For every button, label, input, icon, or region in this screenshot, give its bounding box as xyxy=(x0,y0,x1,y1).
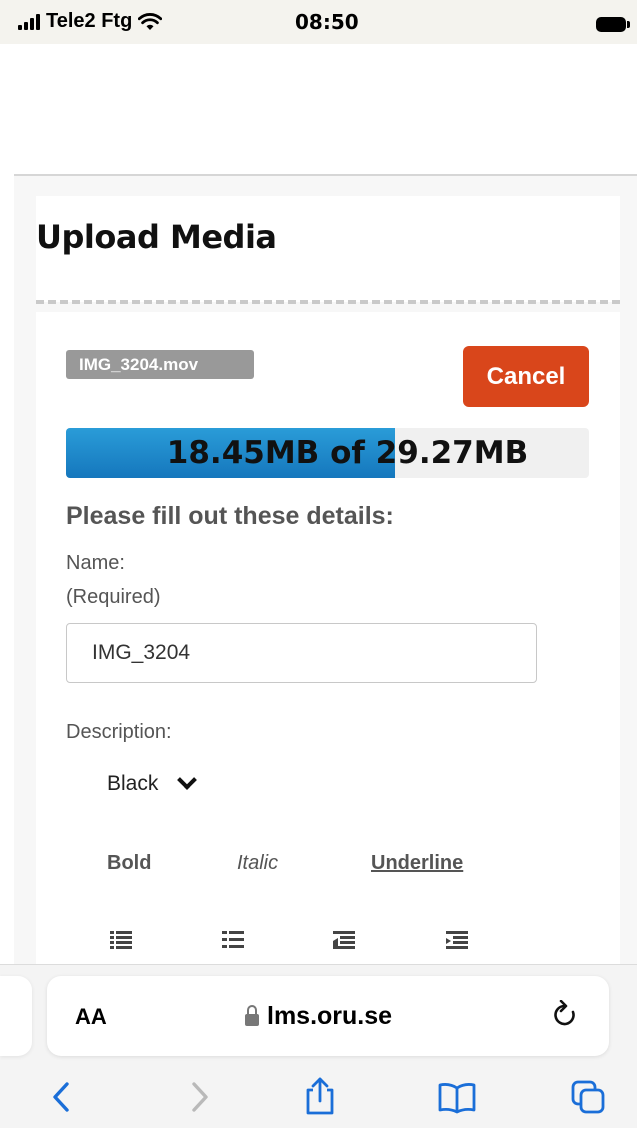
page-title: Upload Media xyxy=(36,218,277,256)
url-display[interactable]: lms.oru.se xyxy=(245,1002,392,1031)
name-input[interactable] xyxy=(66,623,537,683)
carrier-name: Tele2 Ftg xyxy=(46,10,133,32)
italic-button[interactable]: Italic xyxy=(237,852,278,875)
description-label: Description: xyxy=(66,721,172,743)
previous-tab-peek[interactable] xyxy=(0,976,32,1056)
carrier-group: Tele2 Ftg xyxy=(18,10,163,33)
share-icon[interactable] xyxy=(303,1076,337,1116)
url-text: lms.oru.se xyxy=(267,1002,393,1030)
text-size-button[interactable]: AA xyxy=(75,1004,107,1030)
ordered-list-icon[interactable] xyxy=(110,931,132,949)
unordered-list-icon[interactable] xyxy=(222,931,244,949)
wifi-icon xyxy=(138,12,163,30)
progress-text: 18.45MB of 29.27MB xyxy=(166,435,529,471)
file-name-chip: IMG_3204.mov xyxy=(66,350,254,379)
color-select-value: Black xyxy=(107,772,159,795)
outdent-icon[interactable] xyxy=(333,931,355,949)
name-label: Name: xyxy=(66,552,125,574)
underline-button[interactable]: Underline xyxy=(371,852,463,875)
signal-icon xyxy=(18,13,40,30)
dashed-divider xyxy=(36,300,620,304)
bookmarks-icon[interactable] xyxy=(437,1080,477,1114)
cancel-button[interactable]: Cancel xyxy=(463,346,589,407)
required-label: (Required) xyxy=(66,586,161,608)
lock-icon xyxy=(245,1004,259,1026)
battery-icon xyxy=(596,17,630,32)
tabs-icon[interactable] xyxy=(571,1080,605,1114)
forward-icon[interactable] xyxy=(182,1080,216,1114)
reload-icon[interactable] xyxy=(551,1000,579,1030)
details-heading: Please fill out these details: xyxy=(66,502,394,530)
chevron-down-icon xyxy=(177,770,198,790)
upload-progress-bar: 18.45MB of 29.27MB xyxy=(66,428,589,478)
text-color-select[interactable]: Black xyxy=(107,770,198,796)
status-bar: Tele2 Ftg 08:50 xyxy=(0,0,637,44)
bold-button[interactable]: Bold xyxy=(107,852,151,875)
back-icon[interactable] xyxy=(45,1080,79,1114)
clock: 08:50 xyxy=(295,10,359,34)
indent-icon[interactable] xyxy=(446,931,468,949)
text-size-label: AA xyxy=(75,1004,107,1029)
